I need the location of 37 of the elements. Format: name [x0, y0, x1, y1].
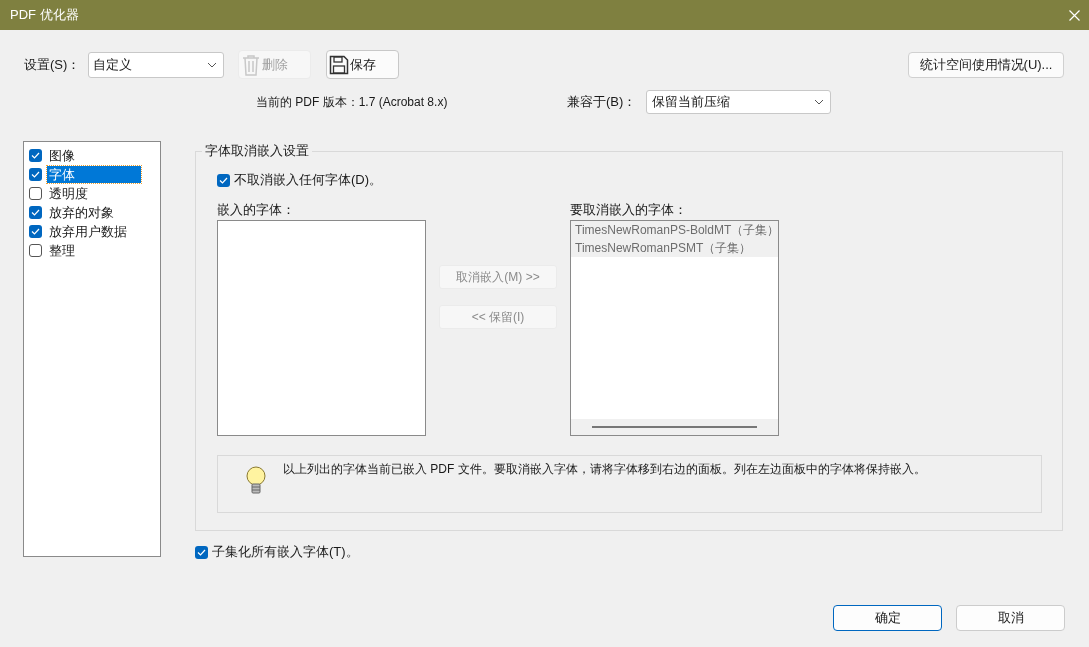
compatible-dropdown[interactable]: 保留当前压缩: [646, 90, 831, 114]
dropdown-value: 自定义: [93, 55, 133, 74]
category-item[interactable]: 整理: [47, 242, 77, 259]
audit-space-button[interactable]: 统计空间使用情况(U)...: [908, 51, 1064, 78]
info-text: 以上列出的字体当前已嵌入 PDF 文件。要取消嵌入字体，请将字体移到右边的面板。列在左边面板中的字体将保持嵌入。: [283, 461, 926, 478]
ok-button[interactable]: 确定: [833, 605, 942, 631]
embedded-fonts-label: 嵌入的字体：: [217, 201, 296, 218]
checkbox[interactable]: [195, 545, 208, 559]
chevron-down-icon: [814, 99, 824, 105]
chevron-down-icon: [207, 61, 217, 68]
category-item[interactable]: 放弃用户数据: [47, 223, 129, 240]
group-title: 字体取消嵌入设置: [202, 143, 312, 159]
category-item[interactable]: 图像: [47, 147, 77, 164]
cancel-button[interactable]: 取消: [956, 605, 1065, 631]
category-item[interactable]: 字体: [47, 166, 141, 183]
checkbox[interactable]: [29, 244, 42, 257]
dropdown-value: 保留当前压缩: [652, 93, 731, 112]
unembed-fonts-label: 要取消嵌入的字体：: [570, 201, 687, 218]
checkbox[interactable]: [29, 168, 42, 181]
checkbox[interactable]: [217, 173, 230, 187]
checkbox[interactable]: [29, 149, 42, 162]
category-item[interactable]: 放弃的对象: [47, 204, 116, 221]
checkbox[interactable]: [29, 206, 42, 219]
settings-dropdown[interactable]: 自定义: [88, 51, 224, 78]
checkbox[interactable]: [29, 187, 42, 200]
save-button[interactable]: 保存: [326, 50, 399, 79]
lightbulb-icon: [245, 466, 267, 496]
settings-label: 设置(S)：: [24, 55, 82, 74]
window-title: PDF 优化器: [10, 6, 79, 25]
checkbox[interactable]: [29, 225, 42, 238]
checkbox-label: 不取消嵌入任何字体(D)。: [234, 171, 383, 190]
compatible-label: 兼容于(B)：: [567, 93, 638, 112]
close-icon: [1068, 9, 1080, 21]
trash-icon: [241, 53, 261, 76]
pdf-version-text: 当前的 PDF 版本：1.7 (Acrobat 8.x): [256, 94, 449, 111]
checkbox-label: 子集化所有嵌入字体(T)。: [212, 543, 359, 562]
category-item[interactable]: 透明度: [47, 185, 90, 202]
